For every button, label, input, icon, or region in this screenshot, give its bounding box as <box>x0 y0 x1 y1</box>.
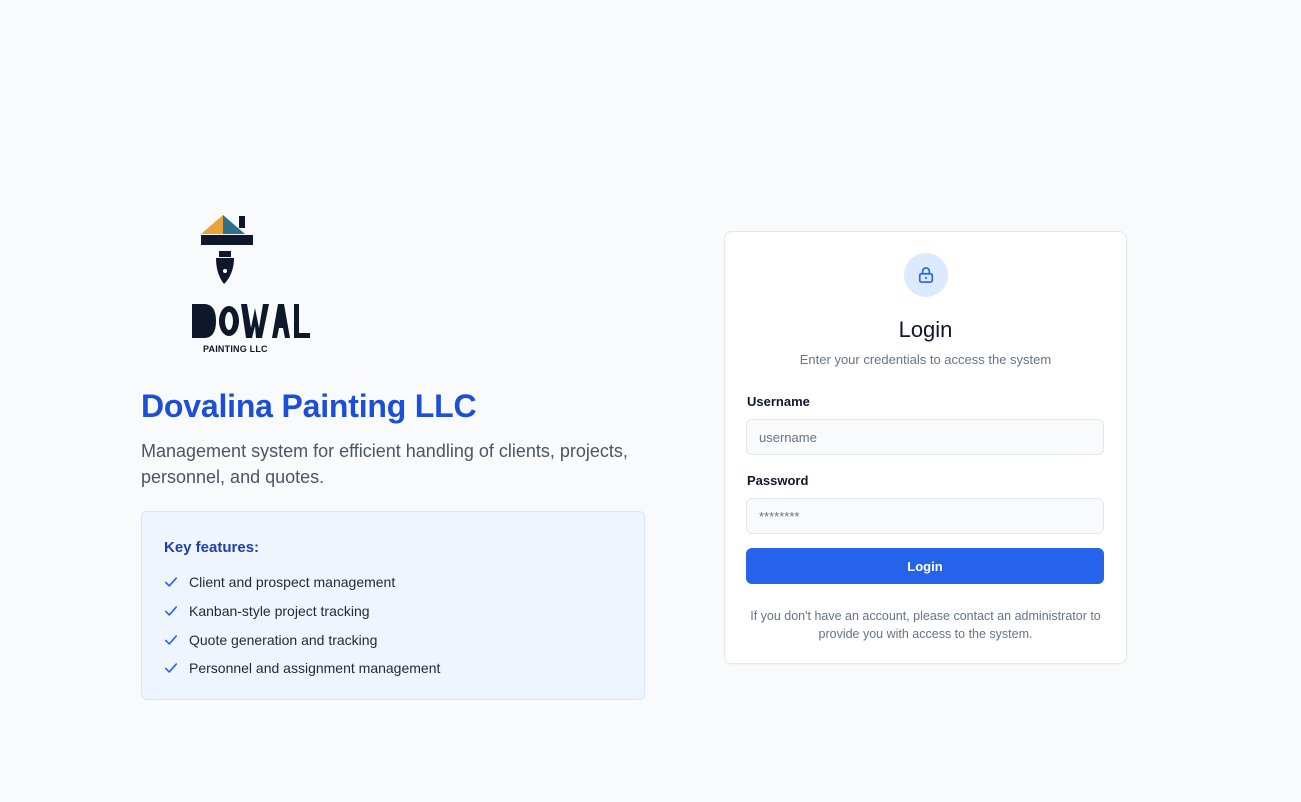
feature-item: Kanban-style project tracking <box>164 597 622 626</box>
password-label: Password <box>747 473 809 488</box>
key-features-panel: Key features: Client and prospect manage… <box>141 511 645 700</box>
feature-item: Personnel and assignment management <box>164 654 622 683</box>
features-title: Key features: <box>164 539 260 556</box>
login-button[interactable]: Login <box>746 548 1104 584</box>
contact-admin-note: If you don't have an account, please con… <box>750 609 1101 641</box>
paint-brush-house-logo <box>192 215 310 338</box>
feature-label: Personnel and assignment management <box>189 660 441 677</box>
feature-item: Quote generation and tracking <box>164 625 622 654</box>
login-page: PAINTING LLC Dovalina Painting LLC Manag… <box>0 0 1301 802</box>
lock-badge <box>904 253 948 297</box>
feature-item: Client and prospect management <box>164 568 622 597</box>
check-icon <box>164 577 178 588</box>
lock-icon <box>918 267 934 283</box>
check-icon <box>164 606 178 616</box>
feature-label: Quote generation and tracking <box>189 631 378 648</box>
logo-subtext: PAINTING LLC <box>203 344 268 354</box>
brand-title: Dovalina Painting LLC <box>141 388 477 424</box>
username-label: Username <box>747 394 810 409</box>
feature-label: Client and prospect management <box>189 574 396 591</box>
username-input[interactable] <box>746 419 1104 455</box>
company-logo: PAINTING LLC <box>186 212 316 358</box>
login-title: Login <box>898 317 953 342</box>
login-card: Login Enter your credentials to access t… <box>724 231 1127 664</box>
login-subtitle: Enter your credentials to access the sys… <box>799 352 1052 367</box>
check-icon <box>164 634 178 645</box>
feature-label: Kanban-style project tracking <box>189 603 370 620</box>
brand-description: Management system for efficient handling… <box>141 441 628 487</box>
check-icon <box>164 663 178 674</box>
password-input[interactable] <box>746 498 1104 534</box>
